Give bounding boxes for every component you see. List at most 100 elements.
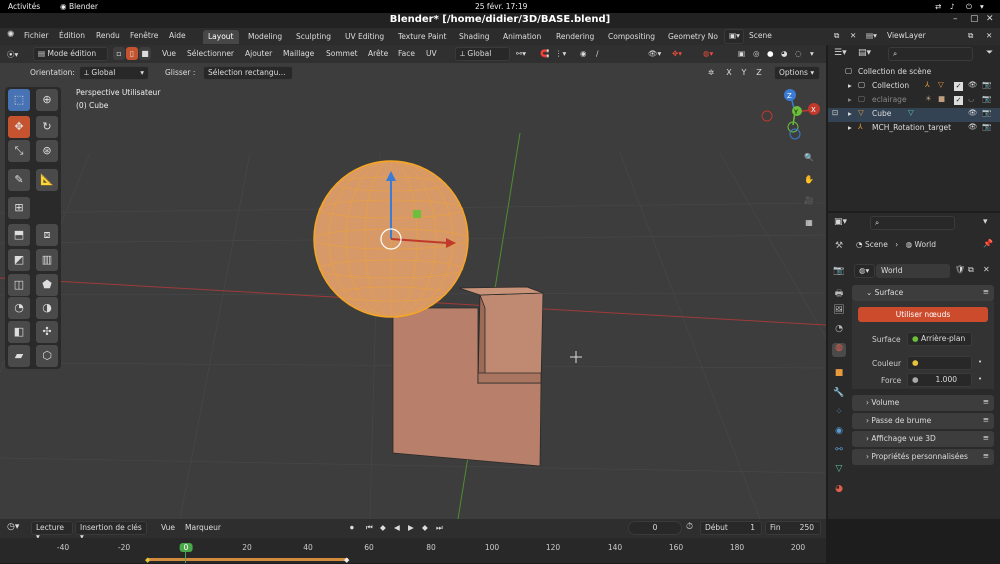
falloff-icon[interactable]: ∕ [596, 49, 599, 58]
unlink-world-icon[interactable]: ✕ [983, 265, 990, 274]
outliner-editor-icon[interactable]: ☰▾ [834, 48, 847, 58]
scene-new-icon[interactable]: ⧉ [834, 31, 839, 41]
clock[interactable]: 25 févr. 17:19 [475, 2, 527, 11]
current-frame-field[interactable]: 0 [628, 521, 682, 535]
app-menu[interactable]: ◉ Blender [60, 2, 98, 11]
volume-panel[interactable]: › Volume ≡ [852, 395, 994, 411]
camera-icon[interactable]: 📷 [982, 108, 991, 117]
pin-icon[interactable]: 📌 [983, 239, 993, 248]
viewport-display-panel[interactable]: › Affichage vue 3D ≡ [852, 431, 994, 447]
axis-y-toggle[interactable]: Y [737, 66, 751, 80]
loop-cut-tool[interactable]: ▥ [36, 249, 58, 271]
next-keyframe-icon[interactable]: ◆ [422, 523, 428, 532]
vertex-select-icon[interactable]: ▫ [113, 47, 125, 60]
shading-options-icon[interactable]: ▾ [810, 49, 814, 58]
scale-tool[interactable]: ⤡ [8, 140, 30, 162]
display-mode-icon[interactable]: ▤▾ [858, 48, 871, 58]
tab-rendering[interactable]: Rendering [551, 30, 599, 44]
knife-tool[interactable]: ◫ [8, 274, 30, 296]
rotate-tool[interactable]: ↻ [36, 116, 58, 138]
properties-options-icon[interactable]: ▾ [983, 217, 988, 227]
minimize-icon[interactable]: – [953, 14, 958, 24]
measure-tool[interactable]: 📐 [36, 169, 58, 191]
properties-editor-icon[interactable]: ▣▾ [834, 217, 847, 227]
power-icon[interactable]: ⏻ [966, 2, 972, 12]
snap-icon[interactable]: 🧲 [540, 49, 549, 58]
spin-tool[interactable]: ◔ [8, 297, 30, 319]
particles-tab-icon[interactable]: ⁘ [832, 407, 846, 421]
visibility-icon[interactable]: 👁▾ [648, 49, 661, 58]
maximize-icon[interactable]: ▢ [970, 14, 979, 24]
orientation-dropdown[interactable]: ⟂ Global ▾ [79, 66, 149, 80]
menu-uv[interactable]: UV [426, 49, 437, 58]
physics-tab-icon[interactable]: ◉ [832, 426, 846, 440]
render-tab-icon[interactable]: 📷 [832, 266, 846, 280]
color-field[interactable]: ● [907, 356, 972, 370]
3d-viewport[interactable]: Z Y X Perspective Utilisateur (0) Cube ⬚… [0, 63, 826, 519]
wireframe-shading-icon[interactable]: ◎ [753, 49, 760, 58]
tab-uv-editing[interactable]: UV Editing [340, 30, 389, 44]
custom-properties-panel[interactable]: › Propriétés personnalisées ≡ [852, 449, 994, 465]
timeline-view-menu[interactable]: Vue [161, 523, 175, 532]
object-tab-icon[interactable]: ■ [832, 368, 846, 382]
view-layer-tab-icon[interactable]: 🖼 [832, 305, 846, 319]
prev-keyframe-icon[interactable]: ◆ [380, 523, 386, 532]
tab-compositing[interactable]: Compositing [603, 30, 660, 44]
surface-shader-dropdown[interactable]: ● Arrière-plan [907, 332, 972, 346]
outliner-item-collection[interactable]: ▸ ▢ Collection ⅄ ▽ ✓ 👁 📷 [828, 80, 1000, 94]
network-icon[interactable]: ⇄ [935, 2, 941, 11]
eye-icon[interactable]: 👁 [968, 122, 978, 131]
transform-tool[interactable]: ⊛ [36, 140, 58, 162]
tool-tab-icon[interactable]: ⚒ [832, 241, 846, 255]
play-icon[interactable]: ▶ [408, 523, 414, 532]
keying-menu[interactable]: Insertion de clés ▾ [75, 521, 147, 541]
proportional-edit-icon[interactable]: ◉ [580, 49, 587, 58]
blender-logo-icon[interactable]: ✺ [7, 30, 15, 40]
world-name-field[interactable]: World [876, 264, 950, 278]
checkbox-icon[interactable]: ✓ [954, 96, 963, 105]
shrink-fatten-tool[interactable]: ✣ [36, 321, 58, 343]
solid-shading-icon[interactable]: ● [767, 49, 774, 58]
panel-drag-icon[interactable]: ≡ [983, 433, 989, 442]
outliner-root[interactable]: ▢ Collection de scène [828, 66, 1000, 80]
move-tool[interactable]: ✥ [8, 116, 30, 138]
face-select-icon[interactable]: ■ [139, 47, 151, 60]
menu-edit[interactable]: Édition [59, 31, 85, 40]
data-tab-icon[interactable]: ▽ [832, 464, 846, 478]
outliner-item-mch-rotation-target[interactable]: ▸ ⅄ MCH_Rotation_target 👁 📷 [828, 122, 1000, 136]
constraints-tab-icon[interactable]: ⚯ [832, 445, 846, 459]
edge-select-icon[interactable]: ▯ [126, 47, 138, 60]
outliner-item-eclairage[interactable]: ▸ ▢ eclairage ☀ ■ ✓ ◡ 📷 [828, 94, 1000, 108]
tab-animation[interactable]: Animation [498, 30, 546, 44]
tab-modeling[interactable]: Modeling [243, 30, 287, 44]
checkbox-icon[interactable]: ✓ [954, 82, 963, 91]
menu-edge[interactable]: Arête [368, 49, 388, 58]
cube-object[interactable] [392, 286, 544, 467]
play-reverse-icon[interactable]: ◀ [394, 523, 400, 532]
material-shading-icon[interactable]: ◕ [781, 49, 788, 58]
poly-build-tool[interactable]: ⬟ [36, 274, 58, 296]
strength-keyframe-icon[interactable]: • [978, 375, 982, 383]
scene-tab-icon[interactable]: ◔ [832, 324, 846, 338]
tab-layout[interactable]: Layout [203, 30, 239, 44]
menu-file[interactable]: Fichier [24, 31, 49, 40]
ortho-grid-icon[interactable]: ▦ [802, 216, 816, 230]
scene-field[interactable]: Scene [749, 31, 772, 40]
editor-type-icon[interactable]: ⦿▾ [7, 49, 18, 60]
color-keyframe-icon[interactable]: • [978, 358, 982, 366]
camera-icon[interactable]: 📷 [982, 80, 991, 89]
navigation-gizmo[interactable]: Z Y X [761, 89, 820, 140]
timeline-editor-icon[interactable]: ◷▾ [7, 522, 19, 532]
viewlayer-icon[interactable]: ▤▾ [866, 31, 877, 40]
edge-slide-tool[interactable]: ◧ [8, 321, 30, 343]
add-cube-tool[interactable]: ⊞ [8, 197, 30, 219]
output-tab-icon[interactable]: 🖶 [832, 286, 846, 300]
mirror-icon[interactable]: ✲ [708, 68, 714, 77]
eye-icon[interactable]: 👁 [968, 108, 978, 117]
use-nodes-button[interactable]: Utiliser nœuds [858, 307, 988, 322]
transform-orientation-dropdown[interactable]: ⟂ Global [455, 47, 510, 61]
new-world-icon[interactable]: ⧉ [968, 265, 974, 275]
annotate-tool[interactable]: ✎ [8, 169, 30, 191]
cursor-tool[interactable]: ⊕ [36, 89, 58, 111]
camera-icon[interactable]: 📷 [982, 122, 991, 131]
